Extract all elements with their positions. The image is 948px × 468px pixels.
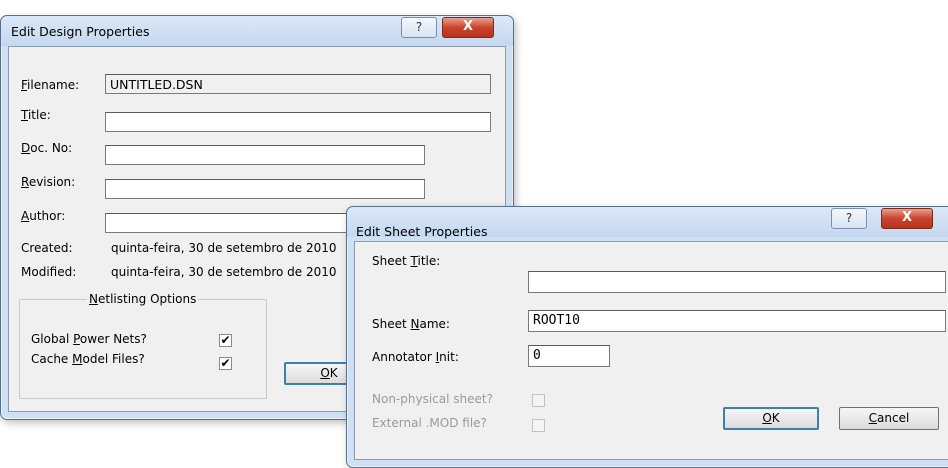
external-mod-checkbox[interactable] xyxy=(532,419,545,432)
sheet-dialog-title: Edit Sheet Properties xyxy=(356,224,488,239)
sheet-title-label: Sheet Title: xyxy=(372,254,441,268)
design-dialog-title: Edit Design Properties xyxy=(11,24,150,39)
cache-model-label: Cache Model Files? xyxy=(31,352,145,366)
global-power-checkbox[interactable]: ✔ xyxy=(219,334,232,347)
filename-field: UNTITLED.DSN xyxy=(105,74,491,94)
annotator-init-input[interactable]: 0 xyxy=(528,345,610,367)
sheet-name-label: Sheet Name: xyxy=(372,317,450,331)
nonphysical-sheet-label: Non-physical sheet? xyxy=(372,392,493,406)
external-mod-label: External .MOD file? xyxy=(372,416,487,430)
author-label: Author: xyxy=(21,209,66,223)
title-input[interactable] xyxy=(105,112,491,132)
modified-value: quinta-feira, 30 de setembro de 2010 xyxy=(111,265,337,279)
global-power-label: Global Power Nets? xyxy=(31,332,147,346)
docno-input[interactable] xyxy=(105,145,425,165)
cache-model-checkbox[interactable]: ✔ xyxy=(219,357,232,370)
modified-label: Modified: xyxy=(21,265,77,279)
sheet-close-button[interactable]: X xyxy=(881,208,933,229)
sheet-client-area: Sheet Title: Sheet Name: ROOT10 Annotato… xyxy=(354,241,948,460)
design-help-button[interactable]: ? xyxy=(401,17,437,38)
sheet-title-input[interactable] xyxy=(528,271,946,293)
edit-sheet-properties-dialog: Edit Sheet Properties ? X Sheet Title: S… xyxy=(346,206,948,468)
sheet-name-input[interactable]: ROOT10 xyxy=(528,310,946,332)
design-titlebar[interactable]: Edit Design Properties ? X xyxy=(1,16,513,46)
title-label: Title: xyxy=(21,108,51,122)
sheet-ok-button[interactable]: OK xyxy=(723,407,819,430)
nonphysical-sheet-checkbox[interactable] xyxy=(532,394,545,407)
sheet-titlebar[interactable]: Edit Sheet Properties ? X xyxy=(347,207,948,239)
netlisting-options-group xyxy=(19,299,267,399)
sheet-cancel-button[interactable]: Cancel xyxy=(839,407,939,430)
netlisting-options-title: Netlisting Options xyxy=(87,292,199,306)
docno-label: Doc. No: xyxy=(21,141,73,155)
sheet-help-button[interactable]: ? xyxy=(831,208,867,229)
created-label: Created: xyxy=(21,241,73,255)
annotator-init-label: Annotator Init: xyxy=(372,350,459,364)
revision-input[interactable] xyxy=(105,179,425,199)
revision-label: Revision: xyxy=(21,175,76,189)
design-close-button[interactable]: X xyxy=(442,17,494,38)
created-value: quinta-feira, 30 de setembro de 2010 xyxy=(111,241,337,255)
filename-label: Filename: xyxy=(21,78,80,92)
